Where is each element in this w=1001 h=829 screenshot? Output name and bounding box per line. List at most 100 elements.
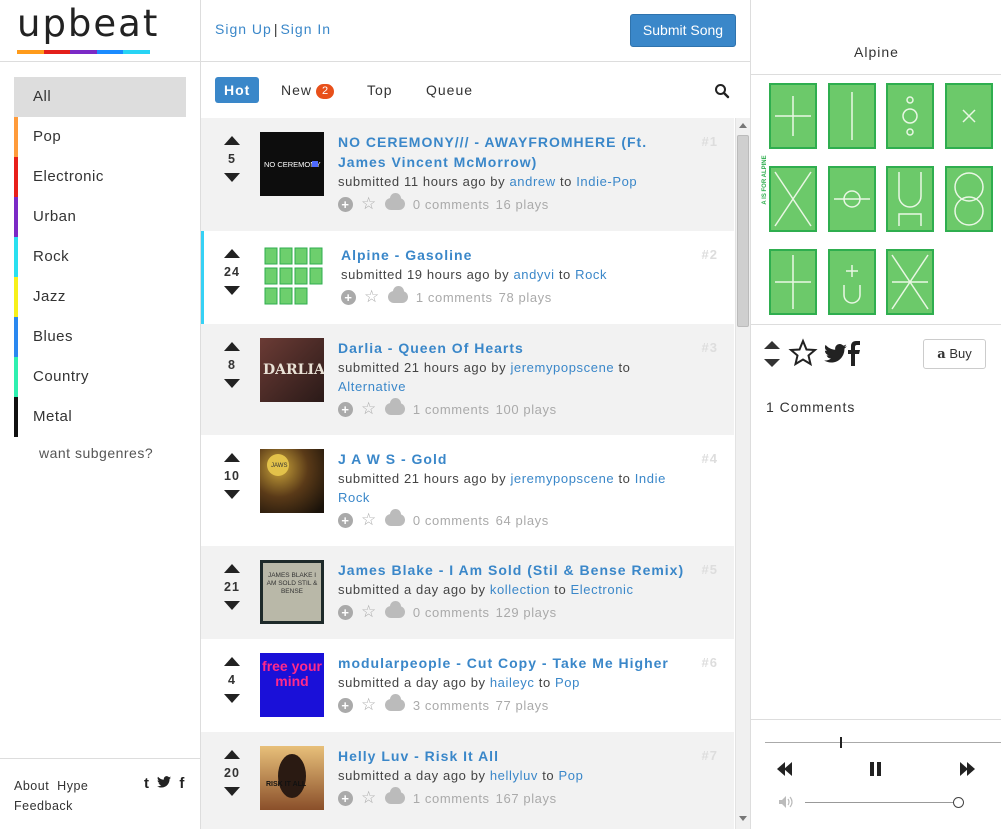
genre-item-urban[interactable]: Urban [14, 197, 186, 237]
search-icon[interactable] [714, 83, 730, 99]
scroll-down-arrow-icon[interactable] [739, 816, 747, 821]
tab-top[interactable]: Top [367, 77, 393, 103]
comments-count[interactable]: 3 comments [413, 698, 490, 713]
song-row[interactable]: 4 free your mind modularpeople - Cut Cop… [201, 639, 734, 732]
soundcloud-icon[interactable] [384, 509, 405, 526]
volume-knob[interactable] [953, 797, 965, 808]
upvote-icon[interactable] [224, 342, 240, 351]
scrollbar-thumb[interactable] [737, 135, 749, 327]
about-link[interactable]: About [14, 779, 49, 793]
song-row[interactable]: 21 JAMES BLAKE I AM SOLD STIL & BENSE Ja… [201, 546, 734, 639]
song-title-link[interactable]: James Blake - I Am Sold (Stil & Bense Re… [338, 560, 698, 580]
genre-link[interactable]: Pop [558, 768, 583, 783]
tab-hot[interactable]: Hot [215, 77, 260, 103]
upvote-icon[interactable] [224, 136, 240, 145]
genre-item-country[interactable]: Country [14, 357, 186, 397]
user-link[interactable]: andyvi [513, 267, 554, 282]
scroll-up-arrow-icon[interactable] [739, 123, 747, 128]
genre-item-rock[interactable]: Rock [14, 237, 186, 277]
comments-count[interactable]: 1 comments [413, 791, 490, 806]
song-thumbnail[interactable]: RISK IT ALL [260, 746, 324, 810]
song-title-link[interactable]: Darlia - Queen Of Hearts [338, 338, 698, 358]
add-to-queue-icon[interactable]: + [338, 790, 353, 806]
facebook-icon[interactable] [848, 341, 860, 366]
song-row-selected[interactable]: 24 Alpine - Gasoline submitted 19 hours … [201, 231, 734, 324]
user-link[interactable]: kollection [490, 582, 550, 597]
buy-button[interactable]: a Buy [923, 339, 986, 369]
comments-count[interactable]: 1 Comments [766, 399, 855, 415]
downvote-icon[interactable] [224, 601, 240, 610]
favorite-star-icon[interactable]: ☆ [361, 603, 377, 621]
user-link[interactable]: andrew [509, 174, 555, 189]
song-title-link[interactable]: Alpine - Gasoline [341, 245, 701, 265]
song-thumbnail[interactable] [260, 245, 324, 309]
genre-link[interactable]: Rock [575, 267, 607, 282]
previous-track-icon[interactable] [777, 762, 793, 776]
soundcloud-icon[interactable] [384, 787, 405, 804]
comments-count[interactable]: 0 comments [413, 513, 490, 528]
add-to-queue-icon[interactable]: + [338, 604, 353, 620]
logo[interactable]: upbeat [17, 2, 157, 57]
genre-item-metal[interactable]: Metal [14, 397, 186, 437]
subgenres-link[interactable]: want subgenres? [14, 445, 186, 461]
tab-queue[interactable]: Queue [426, 77, 473, 103]
upvote-icon[interactable] [224, 564, 240, 573]
user-link[interactable]: haileyc [490, 675, 535, 690]
genre-item-jazz[interactable]: Jazz [14, 277, 186, 317]
soundcloud-icon[interactable] [384, 193, 405, 210]
volume-icon[interactable] [779, 796, 793, 808]
downvote-icon[interactable] [224, 379, 240, 388]
add-to-queue-icon[interactable]: + [338, 512, 353, 528]
comments-count[interactable]: 1 comments [416, 290, 493, 305]
favorite-star-icon[interactable]: ☆ [361, 789, 377, 807]
add-to-queue-icon[interactable]: + [341, 289, 356, 305]
progress-bar[interactable] [765, 742, 1001, 743]
vote-arrows-icon[interactable] [764, 341, 780, 367]
favorite-star-icon[interactable] [788, 338, 818, 367]
add-to-queue-icon[interactable]: + [338, 196, 353, 212]
tumblr-icon[interactable]: t [144, 775, 149, 792]
genre-item-all[interactable]: All [14, 77, 186, 117]
downvote-icon[interactable] [224, 787, 240, 796]
twitter-icon[interactable] [157, 775, 172, 792]
song-title-link[interactable]: J A W S - Gold [338, 449, 698, 469]
twitter-icon[interactable] [824, 344, 847, 363]
favorite-star-icon[interactable]: ☆ [361, 400, 377, 418]
volume-slider[interactable] [805, 802, 963, 803]
add-to-queue-icon[interactable]: + [338, 401, 353, 417]
downvote-icon[interactable] [224, 173, 240, 182]
genre-link[interactable]: Pop [555, 675, 580, 690]
song-row[interactable]: 20 RISK IT ALL Helly Luv - Risk It All s… [201, 732, 734, 829]
song-title-link[interactable]: Helly Luv - Risk It All [338, 746, 698, 766]
favorite-star-icon[interactable]: ☆ [361, 195, 377, 213]
pause-icon[interactable] [869, 762, 883, 776]
soundcloud-icon[interactable] [384, 601, 405, 618]
user-link[interactable]: hellyluv [490, 768, 538, 783]
facebook-icon[interactable]: f [179, 775, 184, 792]
tab-new[interactable]: New 2 [281, 77, 335, 103]
hype-link[interactable]: Hype [57, 779, 88, 793]
song-thumbnail[interactable]: NO CEREMONY [260, 132, 324, 196]
soundcloud-icon[interactable] [384, 694, 405, 711]
add-to-queue-icon[interactable]: + [338, 697, 353, 713]
song-title-link[interactable]: modularpeople - Cut Copy - Take Me Highe… [338, 653, 698, 673]
song-thumbnail[interactable]: JAWS [260, 449, 324, 513]
genre-link[interactable]: Indie-Pop [576, 174, 637, 189]
sign-in-link[interactable]: Sign In [280, 21, 331, 37]
user-link[interactable]: jeremypopscene [510, 471, 614, 486]
song-thumbnail[interactable]: JAMES BLAKE I AM SOLD STIL & BENSE [260, 560, 324, 624]
upvote-icon[interactable] [224, 750, 240, 759]
next-track-icon[interactable] [959, 762, 975, 776]
downvote-icon[interactable] [224, 490, 240, 499]
comments-count[interactable]: 0 comments [413, 605, 490, 620]
favorite-star-icon[interactable]: ☆ [364, 288, 380, 306]
song-title-link[interactable]: NO CEREMONY/// - AWAYFROMHERE (Ft. James… [338, 132, 698, 172]
favorite-star-icon[interactable]: ☆ [361, 696, 377, 714]
upvote-icon[interactable] [224, 453, 240, 462]
song-thumbnail[interactable]: free your mind [260, 653, 324, 717]
progress-handle[interactable] [839, 737, 842, 748]
upvote-icon[interactable] [224, 657, 240, 666]
upvote-icon[interactable] [224, 249, 240, 258]
genre-item-pop[interactable]: Pop [14, 117, 186, 157]
sign-up-link[interactable]: Sign Up [215, 21, 272, 37]
